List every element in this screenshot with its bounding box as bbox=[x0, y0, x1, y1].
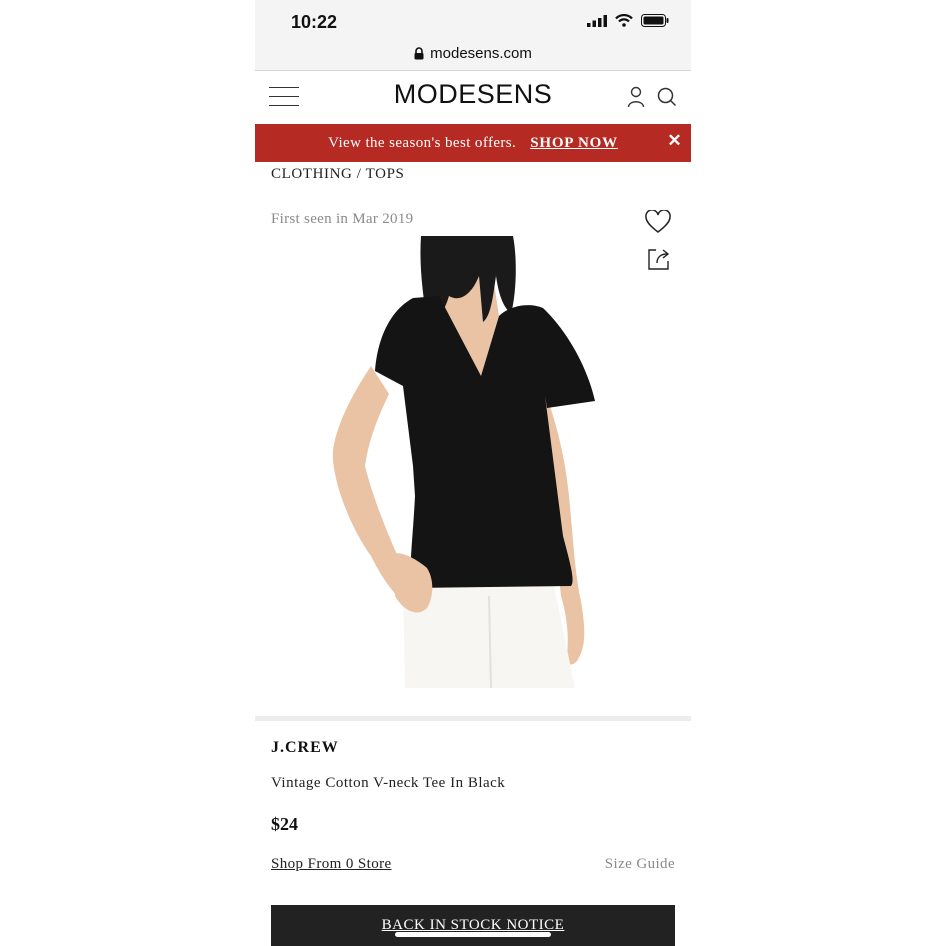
back-in-stock-label: BACK IN STOCK NOTICE bbox=[381, 916, 565, 933]
heart-icon[interactable] bbox=[645, 210, 671, 234]
first-seen-date: First seen in Mar 2019 bbox=[271, 211, 414, 227]
share-icon[interactable] bbox=[647, 247, 671, 271]
url-text: modesens.com bbox=[430, 44, 532, 62]
site-logo[interactable]: MODESENS bbox=[255, 79, 691, 110]
lock-icon bbox=[414, 46, 424, 60]
status-time: 10:22 bbox=[291, 12, 338, 32]
product-image[interactable] bbox=[331, 236, 601, 688]
product-brand[interactable]: J.CREW bbox=[271, 739, 339, 757]
promo-text: View the season's best offers. bbox=[328, 134, 517, 151]
section-divider bbox=[255, 716, 691, 721]
product-price: $24 bbox=[271, 814, 298, 834]
signal-icon bbox=[587, 14, 607, 27]
home-indicator[interactable] bbox=[395, 932, 551, 937]
user-icon[interactable] bbox=[627, 86, 645, 108]
search-icon[interactable] bbox=[657, 87, 677, 107]
breadcrumb[interactable]: CLOTHING / TOPS bbox=[271, 166, 404, 183]
site-header: MODESENS bbox=[255, 71, 691, 124]
close-icon[interactable]: ✕ bbox=[667, 131, 682, 151]
product-name: Vintage Cotton V-neck Tee In Black bbox=[271, 775, 506, 791]
promo-banner: View the season's best offers. SHOP NOW … bbox=[255, 124, 691, 162]
address-bar[interactable]: modesens.com bbox=[255, 36, 691, 71]
battery-icon bbox=[641, 14, 669, 27]
shop-now-link[interactable]: SHOP NOW bbox=[530, 135, 618, 152]
back-in-stock-button[interactable]: BACK IN STOCK NOTICE bbox=[271, 905, 675, 946]
phone-screen: 10:22 modesens.com MODESENS View the sea… bbox=[255, 0, 691, 946]
status-icons bbox=[587, 14, 669, 27]
shop-from-link[interactable]: Shop From 0 Store bbox=[271, 856, 392, 873]
wifi-icon bbox=[615, 14, 633, 27]
size-guide-link[interactable]: Size Guide bbox=[605, 856, 675, 873]
